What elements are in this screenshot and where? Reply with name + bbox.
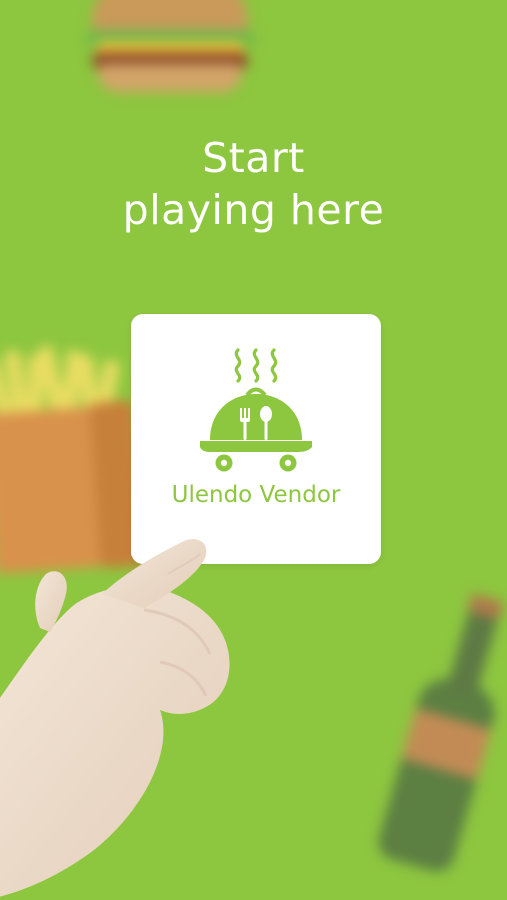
headline-line-1: Start [202, 134, 305, 182]
headline-line-2: playing here [122, 186, 385, 234]
food-cloche-cart-icon [200, 348, 312, 472]
burger-image [86, 0, 254, 102]
app-name-label: Ulendo Vendor [171, 482, 341, 508]
pointing-hand-image [0, 539, 230, 897]
promo-screen: Start playing here Ulendo Vendor [0, 0, 507, 900]
headline: Start playing here [0, 132, 507, 236]
